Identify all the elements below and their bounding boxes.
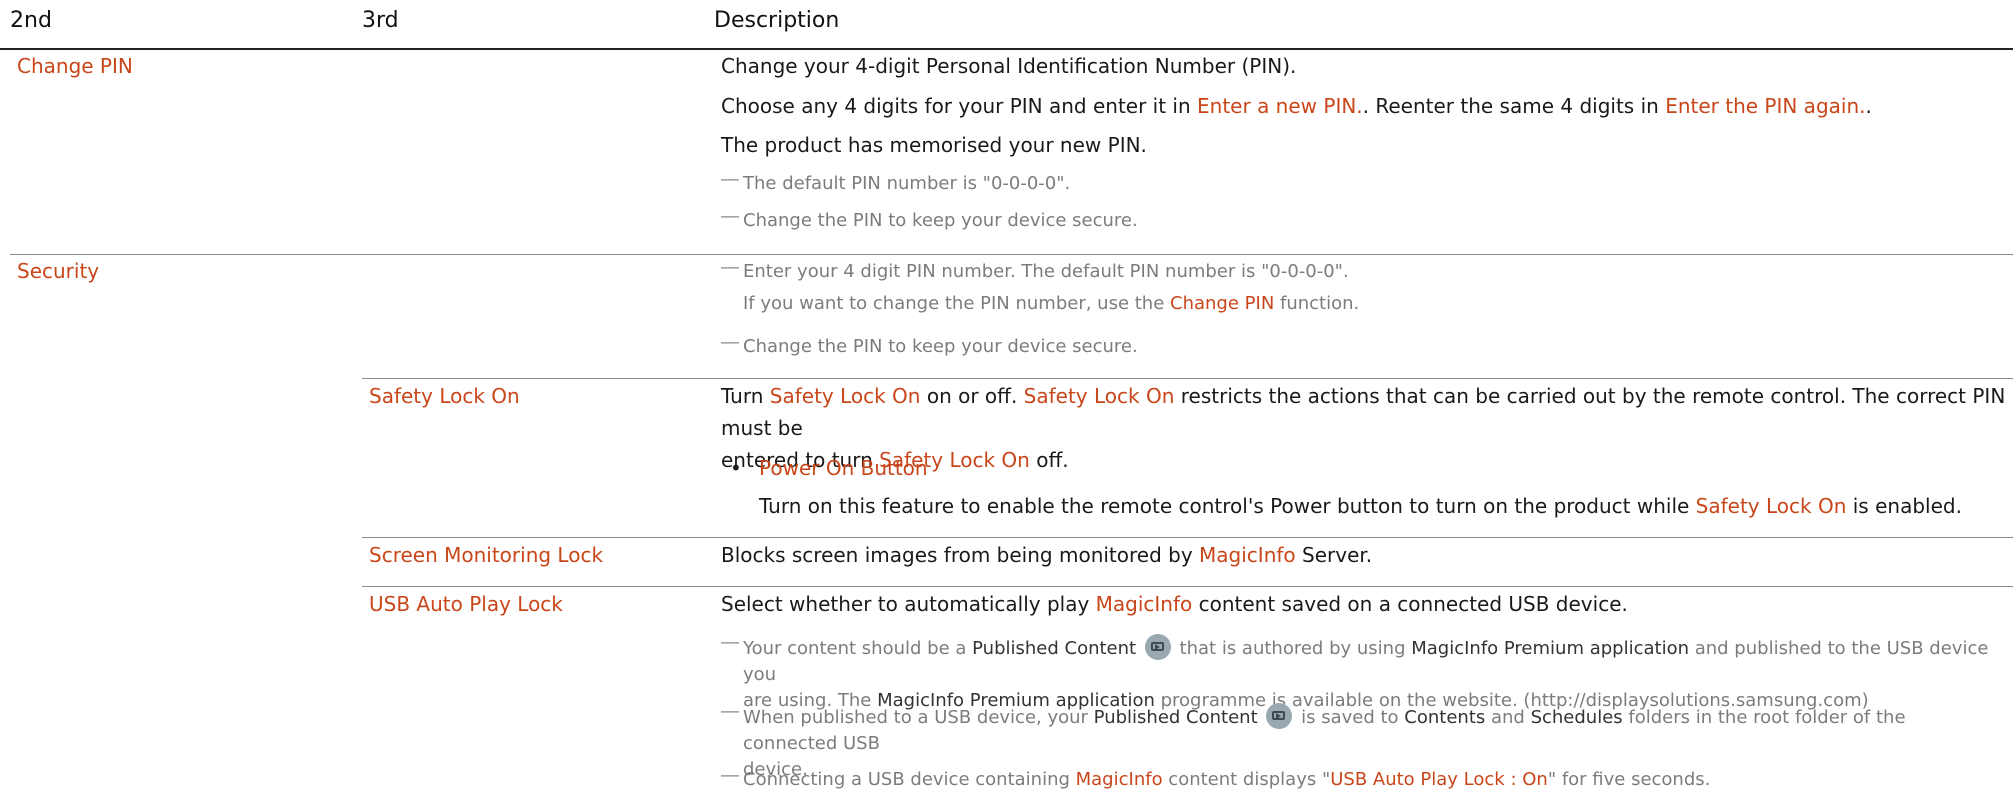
- change-pin-note2: ― Change the PIN to keep your device secu…: [721, 206, 2005, 234]
- text: Select whether to automatically play: [721, 592, 1096, 616]
- usb-note3: ― Connecting a USB device containing Mag…: [721, 765, 2005, 793]
- note-line1: When published to a USB device, your Pub…: [743, 703, 2005, 757]
- text: function.: [1274, 293, 1360, 314]
- published-content-ref: Published Content: [972, 638, 1137, 659]
- text: Server.: [1295, 543, 1373, 567]
- text: Choose any 4 digits for your PIN and ent…: [721, 94, 1198, 118]
- note-dash: ―: [721, 169, 739, 190]
- safety-lock-ref: Safety Lock On: [769, 384, 921, 408]
- note-dash: ―: [721, 332, 739, 353]
- text: on or off.: [920, 384, 1024, 408]
- screen-lock-desc: Blocks screen images from being monitore…: [721, 539, 2013, 571]
- usb-note1: ― Your content should be a Published Con…: [721, 632, 2005, 714]
- note-dash: ―: [721, 257, 739, 278]
- row-divider: [362, 586, 2013, 587]
- row-divider: [362, 537, 2013, 538]
- note-text: Change the PIN to keep your device secur…: [743, 210, 1138, 231]
- note-text: Change the PIN to keep your device secur…: [743, 336, 1138, 357]
- row-divider: [10, 254, 2013, 255]
- text: is saved to: [1301, 707, 1405, 728]
- text: When published to a USB device, your: [743, 707, 1094, 728]
- text: Turn: [721, 384, 770, 408]
- enter-pin-again-ref: Enter the PIN again.: [1665, 94, 1866, 118]
- safety-lock-ref: Safety Lock On: [1695, 494, 1847, 518]
- change-pin-line2: Choose any 4 digits for your PIN and ent…: [721, 90, 2013, 122]
- published-content-icon: [1144, 634, 1171, 660]
- text: Your content should be a: [743, 638, 973, 659]
- change-pin-note1: ― The default PIN number is "0-0-0-0".: [721, 169, 2005, 197]
- text: content saved on a connected USB device.: [1192, 592, 1628, 616]
- text: .: [1865, 94, 1872, 118]
- submenu-safety-lock-on[interactable]: Safety Lock On: [369, 384, 520, 408]
- submenu-usb-auto-play-lock[interactable]: USB Auto Play Lock: [369, 592, 563, 616]
- note-dash: ―: [721, 206, 739, 227]
- submenu-screen-monitoring-lock[interactable]: Screen Monitoring Lock: [369, 543, 603, 567]
- contents-folder-ref: Contents: [1404, 707, 1486, 728]
- table-header: 2nd 3rd Description: [0, 0, 2013, 50]
- safety-lock-line1: Turn Safety Lock On on or off. Safety Lo…: [721, 380, 2013, 444]
- magicinfo-ref: MagicInfo: [1095, 592, 1193, 616]
- bullet-marker: •: [730, 456, 742, 480]
- enter-new-pin-ref: Enter a new PIN.: [1197, 94, 1363, 118]
- text: content displays ": [1162, 769, 1331, 790]
- power-on-button-label: Power On Button: [759, 456, 928, 480]
- note-text-line2: If you want to change the PIN number, us…: [743, 291, 2005, 317]
- note-dash: ―: [721, 765, 739, 786]
- usb-auto-play-lock-ref: USB Auto Play Lock : On: [1330, 769, 1548, 790]
- header-2nd: 2nd: [10, 8, 52, 33]
- text: Turn on this feature to enable the remot…: [759, 494, 1696, 518]
- text: Blocks screen images from being monitore…: [721, 543, 1200, 567]
- usb-lock-desc: Select whether to automatically play Mag…: [721, 588, 2013, 620]
- menu-change-pin[interactable]: Change PIN: [17, 54, 133, 78]
- power-on-button-desc: Turn on this feature to enable the remot…: [759, 490, 1962, 522]
- text: Connecting a USB device containing: [743, 769, 1076, 790]
- header-3rd: 3rd: [362, 8, 399, 33]
- note-text: Enter your 4 digit PIN number. The defau…: [743, 261, 1349, 282]
- note-dash: ―: [721, 632, 739, 653]
- note-line1: Your content should be a Published Conte…: [743, 634, 2005, 688]
- text: is enabled.: [1846, 494, 1962, 518]
- magicinfo-ref: MagicInfo: [1075, 769, 1163, 790]
- text: off.: [1029, 448, 1069, 472]
- safety-lock-ref: Safety Lock On: [1023, 384, 1175, 408]
- security-note1: ― Enter your 4 digit PIN number. The def…: [721, 257, 2005, 317]
- text: and: [1485, 707, 1531, 728]
- text: that is authored by using: [1173, 638, 1412, 659]
- published-content-ref: Published Content: [1093, 707, 1258, 728]
- note-text: The default PIN number is "0-0-0-0".: [743, 173, 1071, 194]
- schedules-folder-ref: Schedules: [1530, 707, 1623, 728]
- row-divider: [362, 378, 2013, 379]
- header-description: Description: [714, 8, 840, 33]
- text: . Reenter the same 4 digits in: [1362, 94, 1666, 118]
- change-pin-line3: The product has memorised your new PIN.: [721, 133, 1147, 157]
- magicinfo-ref: MagicInfo: [1199, 543, 1296, 567]
- menu-security[interactable]: Security: [17, 259, 99, 283]
- text: If you want to change the PIN number, us…: [743, 293, 1171, 314]
- note-dash: ―: [721, 701, 739, 722]
- change-pin-ref: Change PIN: [1170, 293, 1275, 314]
- security-note2: ― Change the PIN to keep your device secu…: [721, 332, 2005, 360]
- magicinfo-premium-ref: MagicInfo Premium application: [1411, 638, 1689, 659]
- published-content-icon: [1266, 703, 1293, 729]
- change-pin-line1: Change your 4-digit Personal Identificat…: [721, 54, 1297, 78]
- text: " for five seconds.: [1547, 769, 1711, 790]
